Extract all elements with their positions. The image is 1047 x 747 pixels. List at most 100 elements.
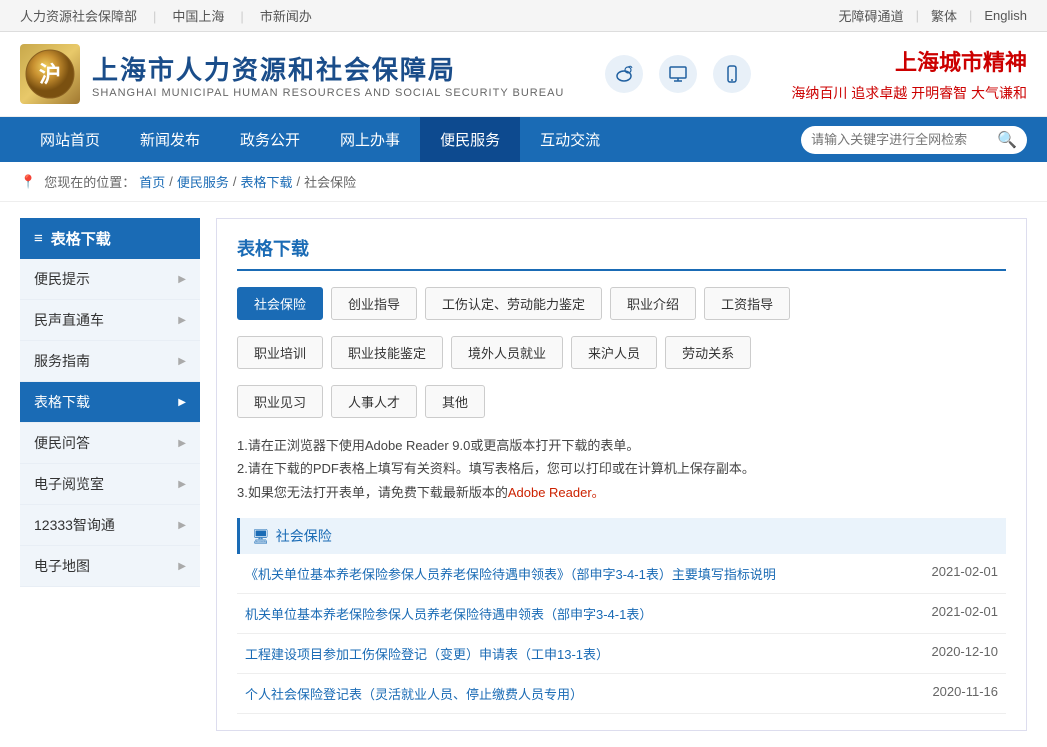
arrow-icon: ▶ <box>178 520 186 531</box>
sidebar-item-forms[interactable]: 表格下载 ▶ <box>20 382 200 423</box>
cat-foreign-emp[interactable]: 境外人员就业 <box>451 336 563 369</box>
weibo-icon[interactable] <box>605 55 643 93</box>
breadcrumb-home[interactable]: 首页 <box>139 172 165 191</box>
location-icon: 📍 <box>20 174 36 190</box>
nav-home[interactable]: 网站首页 <box>20 117 120 162</box>
table-row: 工程建设项目参加工伤保险登记（变更）申请表（工申13-1表） 2020-12-1… <box>237 634 1006 674</box>
cat-entrepreneurship[interactable]: 创业指导 <box>331 287 417 320</box>
traditional-chinese-link[interactable]: 繁体 <box>931 6 957 25</box>
top-link-hrss[interactable]: 人力资源社会保障部 <box>20 6 156 25</box>
nav-online-service[interactable]: 网上办事 <box>320 117 420 162</box>
breadcrumb-sep1: / <box>169 174 173 189</box>
instructions: 1.请在正浏览器下使用Adobe Reader 9.0或更高版本打开下载的表单。… <box>237 434 1006 504</box>
breadcrumb-forms[interactable]: 表格下载 <box>240 172 292 191</box>
top-link-news[interactable]: 市新闻办 <box>260 6 312 25</box>
form-date: 2020-11-16 <box>906 674 1006 714</box>
sidebar: ≡ 表格下载 便民提示 ▶ 民声直通车 ▶ 服务指南 ▶ 表格下载 ▶ 便民问答… <box>20 218 200 731</box>
logo-icon: 沪 <box>20 44 80 104</box>
arrow-icon: ▶ <box>178 561 186 572</box>
form-link[interactable]: 个人社会保险登记表（灵活就业人员、停止缴费人员专用） <box>245 687 583 702</box>
table-row: 《机关单位基本养老保险参保人员养老保险待遇申领表》（部申字3-4-1表）主要填写… <box>237 554 1006 594</box>
list-icon: ≡ <box>34 230 43 247</box>
arrow-icon: ▶ <box>178 356 186 367</box>
top-bar-right: 无障碍通道 | 繁体 | English <box>839 6 1027 25</box>
logo-text: 上海市人力资源和社会保障局 SHANGHAI MUNICIPAL HUMAN R… <box>92 50 564 99</box>
arrow-icon: ▶ <box>178 397 186 408</box>
arrow-icon: ▶ <box>178 274 186 285</box>
form-name-cell: 《机关单位基本养老保险参保人员养老保险待遇申领表》（部申字3-4-1表）主要填写… <box>237 554 906 594</box>
cat-salary[interactable]: 工资指导 <box>704 287 790 320</box>
category-tabs-row2: 职业培训 职业技能鉴定 境外人员就业 来沪人员 劳动关系 <box>237 336 1006 369</box>
form-link[interactable]: 《机关单位基本养老保险参保人员养老保险待遇申领表》（部申字3-4-1表）主要填写… <box>245 567 776 582</box>
form-name-cell: 个人社会保险登记表（灵活就业人员、停止缴费人员专用） <box>237 674 906 714</box>
accessibility-link[interactable]: 无障碍通道 <box>839 6 904 25</box>
english-link[interactable]: English <box>984 8 1027 23</box>
form-date: 2021-02-01 <box>906 594 1006 634</box>
top-bar: 人力资源社会保障部 中国上海 市新闻办 无障碍通道 | 繁体 | English <box>0 0 1047 32</box>
nav-government[interactable]: 政务公开 <box>220 117 320 162</box>
sidebar-item-notice[interactable]: 便民提示 ▶ <box>20 259 200 300</box>
breadcrumb-label: 您现在的位置： <box>44 172 135 191</box>
section-label: 社会保险 <box>276 526 332 546</box>
city-spirit: 上海城市精神 海纳百川 追求卓越 开明睿智 大气谦和 <box>791 45 1027 103</box>
cat-talent[interactable]: 人事人才 <box>331 385 417 418</box>
nav-bar: 网站首页 新闻发布 政务公开 网上办事 便民服务 互动交流 🔍 <box>0 117 1047 162</box>
org-name: 上海市人力资源和社会保障局 <box>92 50 564 87</box>
top-link-shanghai[interactable]: 中国上海 <box>172 6 243 25</box>
cat-voc-skill[interactable]: 职业技能鉴定 <box>331 336 443 369</box>
form-link[interactable]: 工程建设项目参加工伤保险登记（变更）申请表（工申13-1表） <box>245 647 609 662</box>
breadcrumb-current: 社会保险 <box>304 172 356 191</box>
cat-social-insurance[interactable]: 社会保险 <box>237 287 323 320</box>
cat-voc-training[interactable]: 职业培训 <box>237 336 323 369</box>
svg-text:沪: 沪 <box>39 62 61 87</box>
cat-injury[interactable]: 工伤认定、劳动能力鉴定 <box>425 287 602 320</box>
cat-shanghai-people[interactable]: 来沪人员 <box>571 336 657 369</box>
sidebar-item-faq[interactable]: 便民问答 ▶ <box>20 423 200 464</box>
sidebar-item-voice[interactable]: 民声直通车 ▶ <box>20 300 200 341</box>
logo-area: 沪 上海市人力资源和社会保障局 SHANGHAI MUNICIPAL HUMAN… <box>20 44 564 104</box>
breadcrumb: 📍 您现在的位置： 首页 / 便民服务 / 表格下载 / 社会保险 <box>0 162 1047 202</box>
org-name-en: SHANGHAI MUNICIPAL HUMAN RESOURCES AND S… <box>92 87 564 99</box>
form-date: 2021-02-01 <box>906 554 1006 594</box>
nav-search: 🔍 <box>801 126 1027 154</box>
breadcrumb-sep3: / <box>297 174 301 189</box>
search-input[interactable] <box>811 132 991 147</box>
nav-news[interactable]: 新闻发布 <box>120 117 220 162</box>
breadcrumb-sep2: / <box>233 174 237 189</box>
city-spirit-title: 上海城市精神 <box>895 45 1027 77</box>
arrow-icon: ▶ <box>178 315 186 326</box>
category-tabs-row3: 职业见习 人事人才 其他 <box>237 385 1006 418</box>
header-social-icons <box>605 55 751 93</box>
nav-interaction[interactable]: 互动交流 <box>520 117 620 162</box>
arrow-icon: ▶ <box>178 438 186 449</box>
header: 沪 上海市人力资源和社会保障局 SHANGHAI MUNICIPAL HUMAN… <box>0 32 1047 117</box>
cat-other[interactable]: 其他 <box>425 385 485 418</box>
cat-labor-relations[interactable]: 劳动关系 <box>665 336 751 369</box>
adobe-reader-link[interactable]: Adobe Reader。 <box>508 485 605 500</box>
sidebar-item-guide[interactable]: 服务指南 ▶ <box>20 341 200 382</box>
top-bar-left: 人力资源社会保障部 中国上海 市新闻办 <box>20 6 312 25</box>
cat-job-intro[interactable]: 职业介绍 <box>610 287 696 320</box>
arrow-icon: ▶ <box>178 479 186 490</box>
content-area: 表格下载 社会保险 创业指导 工伤认定、劳动能力鉴定 职业介绍 工资指导 职业培… <box>216 218 1027 731</box>
sidebar-item-ereader[interactable]: 电子阅览室 ▶ <box>20 464 200 505</box>
sidebar-item-map[interactable]: 电子地图 ▶ <box>20 546 200 587</box>
form-name-cell: 工程建设项目参加工伤保险登记（变更）申请表（工申13-1表） <box>237 634 906 674</box>
forms-table: 《机关单位基本养老保险参保人员养老保险待遇申领表》（部申字3-4-1表）主要填写… <box>237 554 1006 714</box>
desktop-icon[interactable] <box>659 55 697 93</box>
section-header: 🖥 社会保险 <box>237 518 1006 554</box>
form-link[interactable]: 机关单位基本养老保险参保人员养老保险待遇申领表（部申字3-4-1表） <box>245 607 652 622</box>
sidebar-item-12333[interactable]: 12333智询通 ▶ <box>20 505 200 546</box>
category-tabs-row1: 社会保险 创业指导 工伤认定、劳动能力鉴定 职业介绍 工资指导 <box>237 287 1006 320</box>
sidebar-title: ≡ 表格下载 <box>20 218 200 259</box>
search-icon[interactable]: 🔍 <box>997 130 1017 150</box>
main-content: ≡ 表格下载 便民提示 ▶ 民声直通车 ▶ 服务指南 ▶ 表格下载 ▶ 便民问答… <box>0 202 1047 747</box>
breadcrumb-citizen[interactable]: 便民服务 <box>177 172 229 191</box>
table-row: 机关单位基本养老保险参保人员养老保险待遇申领表（部申字3-4-1表） 2021-… <box>237 594 1006 634</box>
form-name-cell: 机关单位基本养老保险参保人员养老保险待遇申领表（部申字3-4-1表） <box>237 594 906 634</box>
mobile-icon[interactable] <box>713 55 751 93</box>
table-row: 个人社会保险登记表（灵活就业人员、停止缴费人员专用） 2020-11-16 <box>237 674 1006 714</box>
divider1: | <box>916 8 919 23</box>
nav-citizen-service[interactable]: 便民服务 <box>420 117 520 162</box>
cat-internship[interactable]: 职业见习 <box>237 385 323 418</box>
